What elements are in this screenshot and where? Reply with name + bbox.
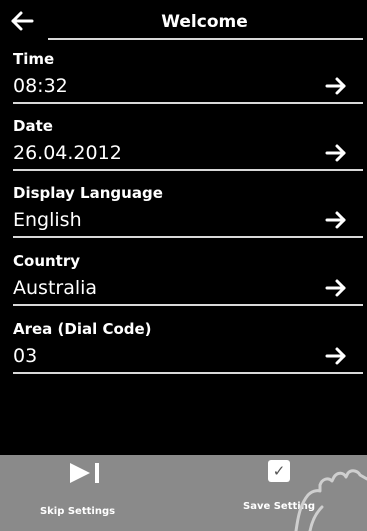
arrow-right-icon[interactable] [325, 143, 347, 163]
setting-label: Country [13, 252, 81, 270]
setting-value: English [13, 209, 82, 231]
checkbox-check-icon: ✓ [268, 460, 290, 482]
setting-label: Date [13, 117, 53, 135]
setting-label: Area (Dial Code) [13, 320, 152, 338]
title-divider [48, 38, 363, 40]
setting-value: 08:32 [13, 75, 68, 97]
arrow-right-icon[interactable] [325, 278, 347, 298]
setting-row-display-language[interactable]: Display Language English [0, 184, 367, 248]
skip-settings-button[interactable]: Skip Settings [0, 455, 160, 531]
setting-label: Time [13, 50, 55, 68]
hand-pointer-icon [294, 469, 367, 531]
setting-value: 03 [13, 345, 38, 367]
setting-value: Australia [13, 277, 98, 299]
back-arrow-icon [11, 11, 34, 31]
footer-bar: Skip Settings ✓ Save Setting [0, 455, 367, 531]
setting-value: 26.04.2012 [13, 142, 122, 164]
row-divider [13, 102, 363, 104]
setting-row-area-dial-code[interactable]: Area (Dial Code) 03 [0, 320, 367, 384]
arrow-right-icon[interactable] [325, 210, 347, 230]
setting-label: Display Language [13, 184, 163, 202]
header: Welcome [0, 0, 367, 42]
back-button[interactable] [10, 8, 36, 34]
arrow-right-icon[interactable] [325, 76, 347, 96]
row-divider [13, 304, 363, 306]
page-title: Welcome [161, 12, 248, 32]
skip-settings-label: Skip Settings [39, 506, 116, 517]
row-divider [13, 236, 363, 238]
setting-row-date[interactable]: Date 26.04.2012 [0, 117, 367, 181]
arrow-right-icon[interactable] [325, 346, 347, 366]
setting-row-time[interactable]: Time 08:32 [0, 50, 367, 114]
row-divider [13, 169, 363, 171]
skip-forward-icon [70, 463, 99, 483]
row-divider [13, 372, 363, 374]
setting-row-country[interactable]: Country Australia [0, 252, 367, 316]
